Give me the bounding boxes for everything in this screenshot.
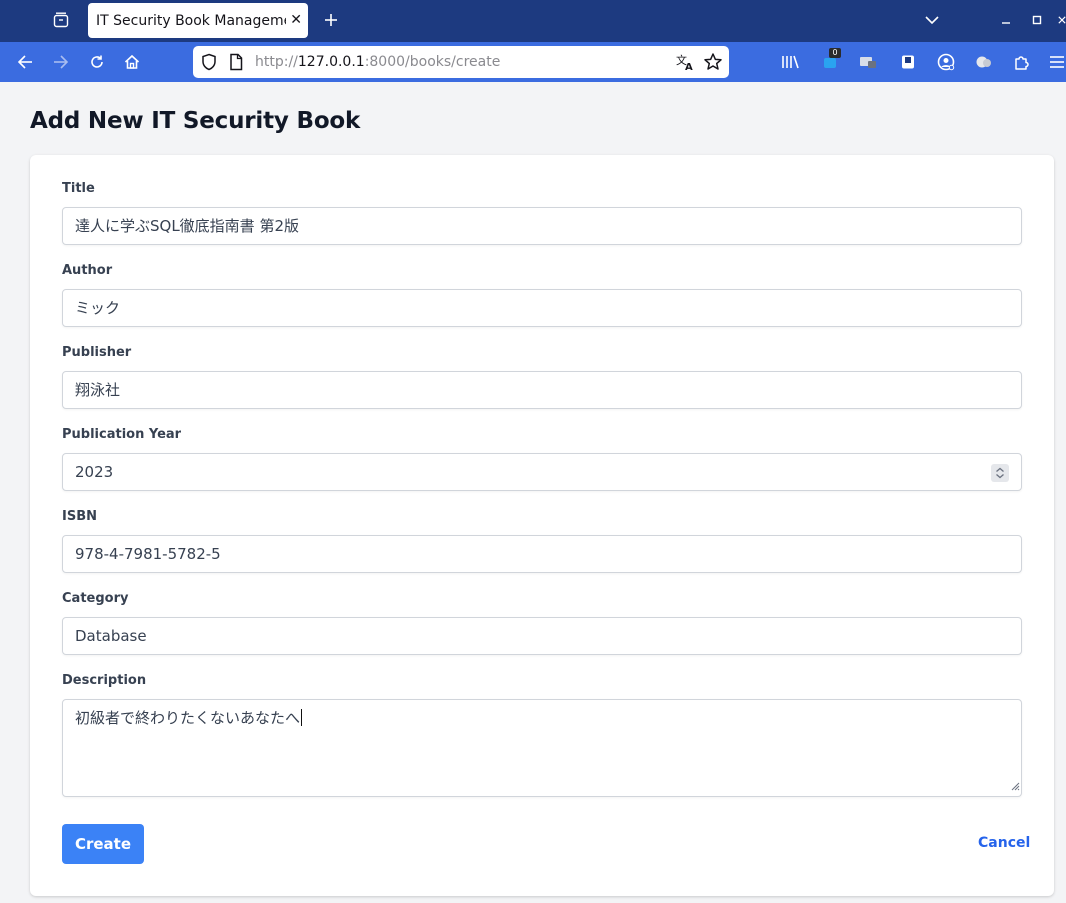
tab-close-icon[interactable]: ✕ (290, 11, 302, 29)
account-icon[interactable] (936, 52, 956, 72)
description-value: 初級者で終わりたくないあなたへ (75, 709, 303, 727)
tab-active[interactable]: IT Security Book Management ✕ (88, 3, 308, 38)
menu-hamburger-icon[interactable] (1048, 52, 1066, 72)
isbn-label: ISBN (62, 509, 97, 524)
extensions-puzzle-icon[interactable] (1012, 52, 1032, 72)
publication-year-value: 2023 (75, 463, 114, 481)
title-input-value: 達人に学ぶSQL徹底指南書 第2版 (75, 217, 299, 235)
reload-icon[interactable] (86, 51, 108, 73)
new-tab-icon[interactable] (322, 9, 340, 31)
book-form-card: Title 達人に学ぶSQL徹底指南書 第2版 Author ミック Publi… (30, 155, 1054, 896)
browser-toolbar: http://127.0.0.1:8000/books/create 文A 0 (0, 42, 1066, 82)
author-label: Author (62, 263, 113, 278)
minimize-icon[interactable] (998, 9, 1014, 31)
extension-screen-icon[interactable] (858, 52, 878, 72)
publication-year-label: Publication Year (62, 427, 182, 442)
tab-title: IT Security Book Management (96, 12, 286, 29)
library-icon[interactable] (780, 52, 800, 72)
tab-manager-icon[interactable] (50, 9, 72, 31)
browser-tab-strip: IT Security Book Management ✕ (0, 0, 1066, 42)
url-path: :8000/books/create (364, 54, 501, 70)
publisher-label: Publisher (62, 345, 132, 360)
publisher-input-value: 翔泳社 (75, 381, 121, 399)
publisher-input[interactable]: 翔泳社 (62, 371, 1022, 409)
page-title: Add New IT Security Book (30, 108, 361, 134)
isbn-input[interactable]: 978-4-7981-5782-5 (62, 535, 1022, 573)
tab-list-chevron-down-icon[interactable] (922, 9, 942, 31)
address-bar[interactable]: http://127.0.0.1:8000/books/create 文A (193, 46, 729, 78)
author-input-value: ミック (75, 299, 121, 317)
page-info-icon[interactable] (229, 53, 243, 75)
close-window-icon[interactable] (1058, 9, 1066, 31)
maximize-icon[interactable] (1029, 9, 1045, 31)
url-host: 127.0.0.1 (297, 54, 365, 70)
title-label: Title (62, 181, 95, 196)
extension-badge: 0 (829, 48, 841, 58)
back-arrow-icon[interactable] (14, 51, 36, 73)
home-icon[interactable] (121, 51, 143, 73)
cancel-link[interactable]: Cancel (978, 835, 1030, 851)
resize-handle-icon[interactable] (1010, 776, 1020, 795)
forward-arrow-icon[interactable] (50, 51, 72, 73)
page-content: Add New IT Security Book Title 達人に学ぶSQL徹… (0, 82, 1066, 903)
svg-text:A: A (685, 62, 693, 72)
author-input[interactable]: ミック (62, 289, 1022, 327)
create-button[interactable]: Create (62, 824, 144, 864)
publication-year-input[interactable]: 2023 (62, 453, 1022, 491)
isbn-input-value: 978-4-7981-5782-5 (75, 545, 221, 563)
number-spinner-icon[interactable] (991, 464, 1009, 482)
category-label: Category (62, 591, 129, 606)
text-caret (301, 709, 303, 726)
description-textarea[interactable]: 初級者で終わりたくないあなたへ (62, 699, 1022, 797)
description-text: 初級者で終わりたくないあなたへ (75, 709, 301, 727)
category-input[interactable]: Database (62, 617, 1022, 655)
extension-cloud-icon[interactable] (974, 52, 994, 72)
bookmark-extension-icon[interactable] (898, 52, 918, 72)
translate-icon[interactable]: 文A (675, 52, 695, 76)
title-input[interactable]: 達人に学ぶSQL徹底指南書 第2版 (62, 207, 1022, 245)
tracking-protection-shield-icon[interactable] (201, 53, 217, 75)
description-label: Description (62, 673, 147, 688)
bookmark-star-icon[interactable] (703, 52, 723, 76)
category-input-value: Database (75, 627, 147, 645)
url-text: http://127.0.0.1:8000/books/create (255, 53, 500, 71)
url-protocol: http:// (255, 54, 298, 70)
